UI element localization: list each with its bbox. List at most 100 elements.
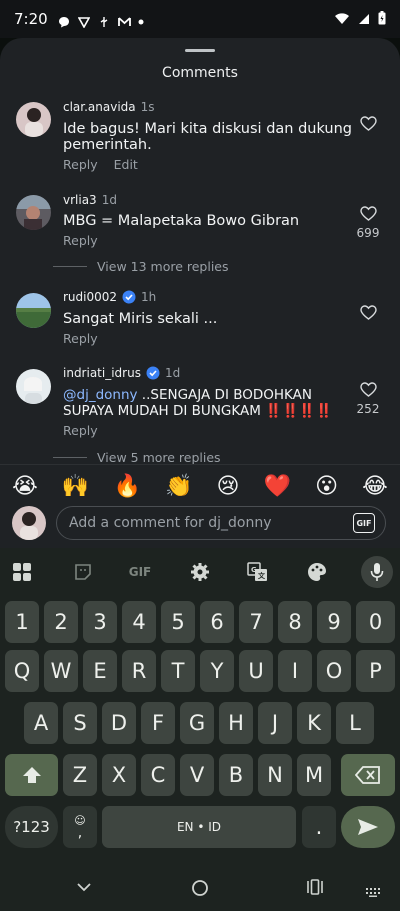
comment-input[interactable]: Add a comment for dj_donny GIF [56, 506, 386, 540]
apps-grid-icon[interactable] [10, 560, 34, 584]
key-c[interactable]: C [141, 754, 175, 796]
heart-icon [359, 116, 377, 131]
view-more-replies[interactable]: View 13 more replies [53, 259, 229, 274]
key-4[interactable]: 4 [122, 601, 156, 643]
key-e[interactable]: E [83, 650, 117, 692]
translate-icon[interactable]: G文 [246, 560, 270, 584]
comment-actions: Reply [63, 331, 98, 346]
emoji-laughing-button[interactable]: 😂 [362, 474, 388, 499]
nav-collapse-chevron-icon[interactable] [76, 878, 92, 897]
comment-input-row: Add a comment for dj_donny GIF [0, 504, 400, 548]
notification-icons [58, 13, 150, 29]
key-7[interactable]: 7 [239, 601, 273, 643]
key-i[interactable]: I [278, 650, 312, 692]
key-l[interactable]: L [336, 702, 374, 744]
emoji-sad-button[interactable]: 😢 [217, 474, 240, 499]
comment-text: Ide bagus! Mari kita diskusi dan dukung … [63, 121, 353, 153]
backspace-key[interactable] [341, 754, 395, 796]
key-8[interactable]: 8 [278, 601, 312, 643]
settings-gear-icon[interactable] [188, 560, 212, 584]
like-button[interactable]: 699 [354, 206, 382, 240]
reply-button[interactable]: Reply [63, 331, 98, 346]
key-6[interactable]: 6 [200, 601, 234, 643]
emoji-surprised-button[interactable]: 😮 [315, 474, 338, 499]
nav-home-icon[interactable] [191, 879, 209, 901]
key-n[interactable]: N [258, 754, 292, 796]
key-u[interactable]: U [239, 650, 273, 692]
key-r[interactable]: R [122, 650, 156, 692]
key-s[interactable]: S [63, 702, 97, 744]
key-1[interactable]: 1 [5, 601, 39, 643]
space-bar[interactable]: EN • ID [102, 806, 296, 848]
key-0[interactable]: 0 [356, 601, 395, 643]
key-g[interactable]: G [180, 702, 214, 744]
username[interactable]: rudi0002 [63, 290, 117, 304]
key-o[interactable]: O [317, 650, 351, 692]
key-m[interactable]: M [297, 754, 331, 796]
period-key[interactable]: . [302, 806, 336, 848]
key-q[interactable]: Q [5, 650, 39, 692]
username[interactable]: indriati_idrus [63, 366, 141, 380]
reply-button[interactable]: Reply [63, 157, 98, 172]
edit-button[interactable]: Edit [114, 157, 138, 172]
emoji-clap-button[interactable]: 👏 [165, 474, 192, 499]
key-a[interactable]: A [24, 702, 58, 744]
view-more-label: View 5 more replies [97, 450, 221, 464]
send-key[interactable] [341, 806, 395, 848]
palette-icon[interactable] [305, 560, 329, 584]
comment-actions: Reply [63, 423, 98, 438]
drag-handle[interactable] [185, 49, 215, 52]
key-f[interactable]: F [141, 702, 175, 744]
key-v[interactable]: V [180, 754, 214, 796]
emoji-heart-button[interactable]: ❤️ [264, 474, 291, 499]
key-3[interactable]: 3 [83, 601, 117, 643]
username-row: indriati_idrus 1d [63, 366, 180, 380]
key-p[interactable]: P [356, 650, 395, 692]
microphone-button[interactable] [361, 556, 393, 588]
gif-tool-button[interactable]: GIF [128, 560, 152, 584]
comment-actions: Reply Edit [63, 157, 138, 172]
mention-link[interactable]: @dj_donny [63, 387, 138, 403]
avatar[interactable] [16, 102, 51, 137]
reply-button[interactable]: Reply [63, 233, 98, 248]
nav-recents-icon[interactable] [306, 879, 324, 899]
like-button[interactable] [354, 305, 382, 324]
sticker-icon[interactable] [71, 560, 95, 584]
key-b[interactable]: B [219, 754, 253, 796]
key-9[interactable]: 9 [317, 601, 351, 643]
key-k[interactable]: K [297, 702, 331, 744]
avatar[interactable] [16, 293, 51, 328]
emoji-crying-button[interactable]: 😭 [12, 474, 38, 499]
key-t[interactable]: T [161, 650, 195, 692]
like-button[interactable]: 252 [354, 382, 382, 416]
symbols-key[interactable]: ?123 [5, 806, 58, 848]
username[interactable]: vrlia3 [63, 193, 97, 207]
key-z[interactable]: Z [63, 754, 97, 796]
avatar[interactable] [16, 369, 51, 404]
gif-button[interactable]: GIF [353, 513, 375, 533]
like-count: 699 [356, 226, 380, 240]
key-w[interactable]: W [44, 650, 78, 692]
like-button[interactable] [354, 116, 382, 135]
shift-key[interactable] [5, 754, 58, 796]
key-x[interactable]: X [102, 754, 136, 796]
key-5[interactable]: 5 [161, 601, 195, 643]
status-time: 7:20 [14, 10, 48, 28]
key-2[interactable]: 2 [44, 601, 78, 643]
avatar[interactable] [16, 195, 51, 230]
username[interactable]: clar.anavida [63, 100, 136, 114]
key-d[interactable]: D [102, 702, 136, 744]
key-h[interactable]: H [219, 702, 253, 744]
timestamp: 1d [101, 193, 117, 207]
keyboard-switch-icon[interactable] [365, 882, 381, 901]
view-more-replies[interactable]: View 5 more replies [53, 450, 221, 464]
view-more-label: View 13 more replies [97, 259, 229, 274]
reply-button[interactable]: Reply [63, 423, 98, 438]
comment-text: MBG = Malapetaka Bowo Gibran [63, 213, 300, 229]
key-j[interactable]: J [258, 702, 292, 744]
divider-line [53, 266, 87, 267]
emoji-raised-hands-button[interactable]: 🙌 [62, 474, 89, 499]
emoji-comma-key[interactable]: ☺ , [63, 806, 97, 848]
key-y[interactable]: Y [200, 650, 234, 692]
emoji-fire-button[interactable]: 🔥 [113, 474, 140, 499]
